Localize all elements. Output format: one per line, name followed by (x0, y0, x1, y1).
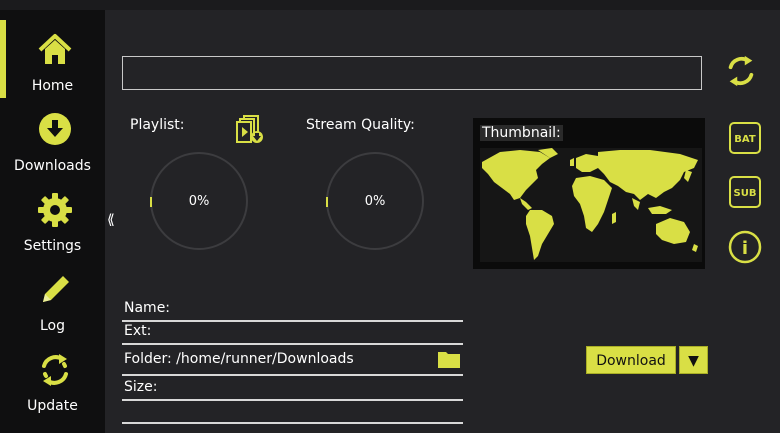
sidebar-item-downloads[interactable]: Downloads (0, 112, 105, 192)
download-button[interactable]: Download (586, 346, 676, 374)
refresh-icon[interactable] (724, 54, 758, 88)
sidebar-item-update[interactable]: Update (0, 352, 105, 432)
bat-icon[interactable]: BAT (729, 122, 761, 154)
ext-label: Ext: (124, 323, 152, 339)
title-bar (0, 0, 780, 10)
folder-label: Folder: /home/runner/Downloads (124, 351, 354, 367)
stream-quality-percent: 0% (364, 194, 386, 209)
sidebar-item-log[interactable]: Log (0, 272, 105, 352)
playlist-progress: 0% (150, 152, 248, 250)
download-options-dropdown[interactable]: ▼ (679, 346, 708, 374)
pencil-icon (43, 276, 69, 302)
sidebar: Home Downloads Settings Log Update (0, 10, 105, 433)
size-label: Size: (124, 379, 158, 395)
playlist-percent: 0% (188, 194, 210, 209)
gear-icon (38, 193, 72, 227)
folder-field: Folder: /home/runner/Downloads (122, 349, 463, 376)
collapse-sidebar-button[interactable]: ⟪ (107, 212, 115, 228)
sidebar-item-label: Update (27, 398, 78, 414)
extra-field (122, 400, 463, 424)
sidebar-item-home[interactable]: Home (0, 32, 105, 112)
stream-quality-label: Stream Quality: (306, 117, 415, 133)
url-input[interactable] (122, 56, 702, 90)
sidebar-item-label: Downloads (14, 158, 91, 174)
ext-field: Ext: (122, 321, 463, 345)
playlist-download-icon[interactable] (236, 115, 264, 145)
stream-quality-progress: 0% (326, 152, 424, 250)
info-icon[interactable]: i (728, 230, 762, 264)
sidebar-item-label: Home (31, 78, 74, 94)
sidebar-item-label: Log (39, 318, 65, 334)
sub-icon-label: SUB (734, 188, 757, 199)
sidebar-item-settings[interactable]: Settings (0, 192, 105, 272)
name-field: Name: (122, 298, 463, 322)
thumbnail-panel: Thumbnail: (473, 118, 705, 269)
thumbnail-label: Thumbnail: (480, 125, 563, 141)
playlist-label: Playlist: (130, 117, 185, 133)
download-icon (39, 113, 71, 145)
home-icon (38, 34, 72, 64)
subtitles-icon[interactable]: SUB (729, 176, 761, 208)
sidebar-item-label: Settings (23, 238, 82, 254)
folder-icon[interactable] (437, 349, 461, 369)
bat-icon-label: BAT (734, 134, 756, 145)
name-label: Name: (124, 300, 171, 316)
info-icon-label: i (742, 238, 748, 259)
refresh-icon (42, 354, 68, 386)
world-map-image (480, 148, 702, 262)
size-field: Size: (122, 377, 463, 401)
